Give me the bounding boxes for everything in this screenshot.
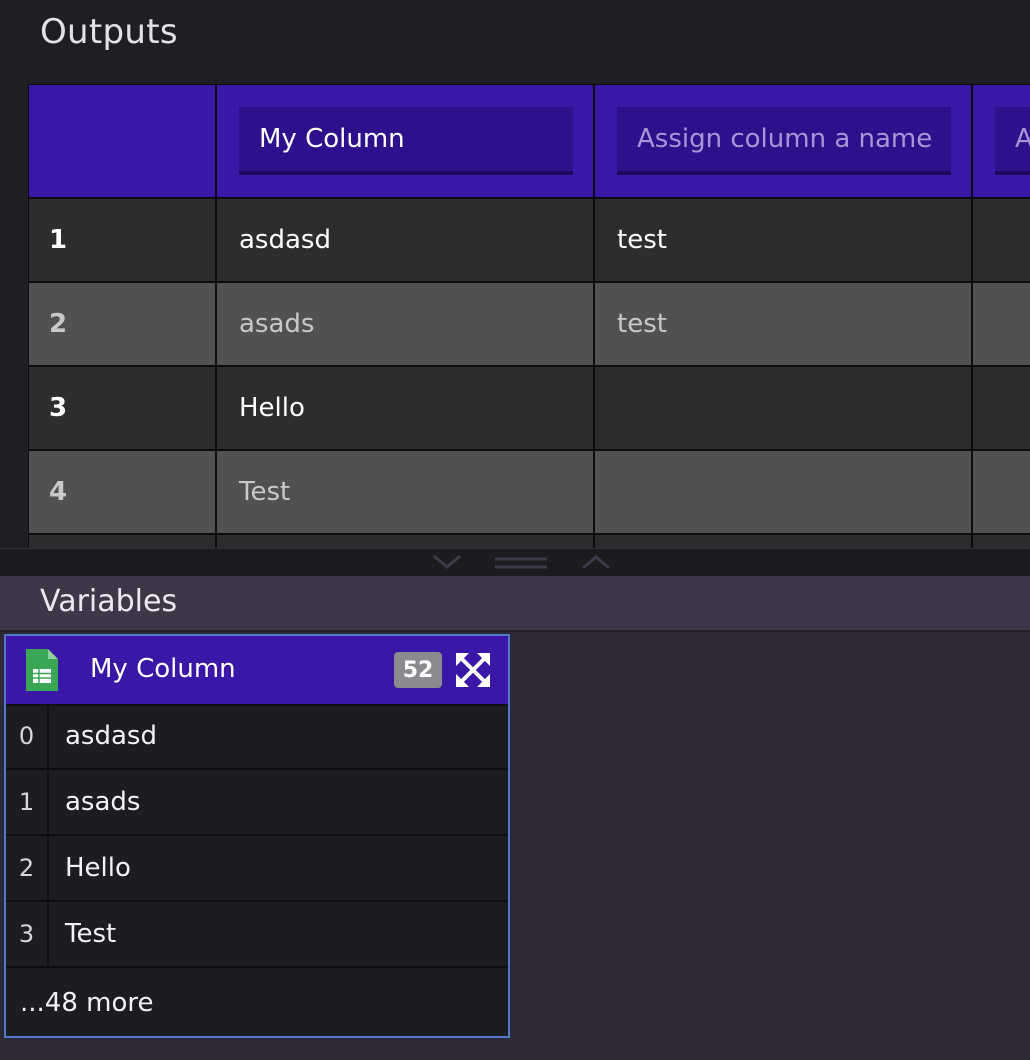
table-cell[interactable]: asdasd — [216, 198, 594, 282]
table-cell[interactable]: test — [594, 282, 972, 366]
variable-card[interactable]: My Column 52 0 asdasd 1 asads 2 Hello 3 Test ..… — [4, 634, 510, 1038]
panel-resizer[interactable] — [0, 548, 1030, 577]
row-index: 1 — [28, 198, 216, 282]
list-item[interactable]: 2 Hello — [6, 836, 508, 902]
variable-name: My Column — [90, 654, 236, 684]
list-item-index: 3 — [6, 902, 49, 966]
list-item[interactable]: 3 Test — [6, 902, 508, 968]
table-cell[interactable]: Hello — [216, 366, 594, 450]
row-index: 3 — [28, 366, 216, 450]
table-cell[interactable] — [594, 450, 972, 534]
list-item[interactable]: 0 asdasd — [6, 704, 508, 770]
table-row-partial — [216, 534, 594, 548]
list-item-index: 2 — [6, 836, 49, 900]
column-name-input[interactable] — [995, 107, 1030, 175]
column-header — [972, 84, 1030, 198]
column-name-input[interactable] — [239, 107, 573, 175]
list-item[interactable]: 1 asads — [6, 770, 508, 836]
list-item-value: asads — [65, 787, 141, 817]
column-header — [216, 84, 594, 198]
list-item-value: Test — [65, 919, 117, 949]
column-header — [594, 84, 972, 198]
row-index: 2 — [28, 282, 216, 366]
table-cell[interactable]: Test — [216, 450, 594, 534]
variable-count-badge: 52 — [394, 652, 442, 688]
table-row-partial — [972, 534, 1030, 548]
table-cell[interactable] — [972, 366, 1030, 450]
table-cell[interactable]: asads — [216, 282, 594, 366]
chevron-down-icon[interactable] — [432, 553, 462, 571]
outputs-title: Outputs — [40, 12, 178, 52]
expand-arrows-icon[interactable] — [456, 653, 490, 687]
list-item-index: 1 — [6, 770, 49, 834]
grid-corner-cell — [28, 84, 216, 198]
outputs-grid: 1asdasdtest 2asadstest 3Hello4Test — [28, 84, 1030, 548]
drag-handle-icon[interactable] — [495, 555, 547, 573]
list-item-index: 0 — [6, 704, 49, 768]
variable-card-header[interactable]: My Column 52 — [6, 636, 508, 706]
table-row-partial — [594, 534, 972, 548]
spreadsheet-icon — [26, 649, 58, 691]
table-cell[interactable] — [972, 450, 1030, 534]
list-item-value: asdasd — [65, 721, 157, 751]
variables-header: Variables — [0, 576, 1030, 632]
chevron-up-icon[interactable] — [581, 553, 611, 571]
row-index: 4 — [28, 450, 216, 534]
table-cell[interactable] — [972, 282, 1030, 366]
table-cell[interactable] — [594, 366, 972, 450]
variables-title: Variables — [40, 584, 178, 619]
more-items-label[interactable]: ...48 more — [20, 988, 154, 1018]
table-cell[interactable] — [972, 198, 1030, 282]
list-item-value: Hello — [65, 853, 131, 883]
table-cell[interactable]: test — [594, 198, 972, 282]
column-name-input[interactable] — [617, 107, 951, 175]
table-row-partial — [28, 534, 216, 548]
